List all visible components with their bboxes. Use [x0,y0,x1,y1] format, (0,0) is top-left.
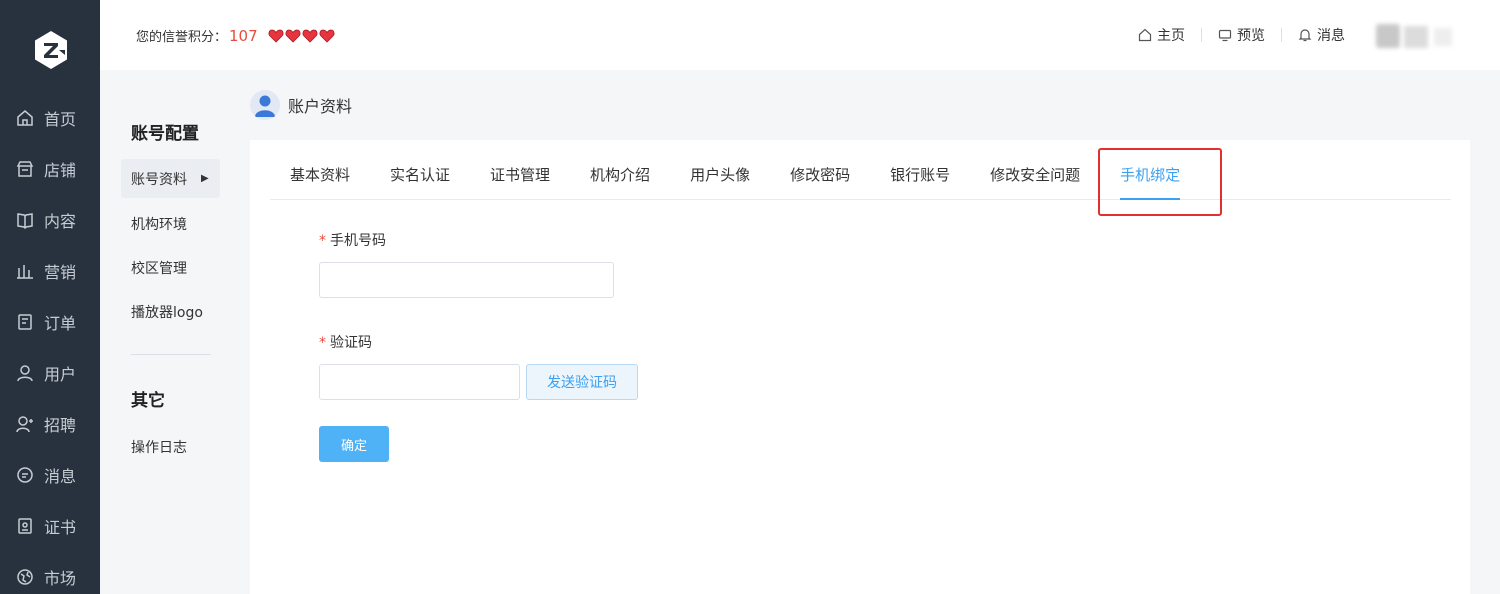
avatar-blur [1404,26,1428,48]
sidebar-item-label: 首页 [44,109,77,129]
sidebar-item-label: 消息 [44,466,77,486]
book-icon [17,212,33,229]
phone-label-text: 手机号码 [330,233,386,249]
sidebar-item-label: 店铺 [44,160,77,180]
sidebar-item-label: 内容 [44,211,77,231]
sidebar-item-market[interactable]: 市场 [0,551,100,594]
certificate-icon [18,517,32,534]
sidebar-item-label: 用户 [44,364,77,384]
sidebar-item-recruit[interactable]: 招聘 [0,398,100,449]
annotation-highlight-box [1098,148,1222,216]
tab-basic-info[interactable]: 基本资料 [290,140,350,200]
submenu-section-title: 其它 [131,391,165,411]
sidebar-item-label: 市场 [44,568,77,588]
user-add-icon [16,415,33,432]
monitor-icon [1218,29,1232,42]
sidebar-item-marketing[interactable]: 营销 [0,245,100,296]
logo-icon[interactable] [33,30,69,70]
globe-icon [17,568,33,585]
submenu-item-account-info[interactable]: 账号资料 ▶ [121,159,220,198]
tab-security-question[interactable]: 修改安全问题 [990,140,1080,200]
home-icon [1138,28,1152,42]
sidebar-item-home[interactable]: 首页 [0,92,100,143]
top-header: 您的信誉积分： 107 主页 预览 消息 [100,0,1500,70]
header-links: 主页 预览 消息 [1138,25,1345,45]
tab-certificates[interactable]: 证书管理 [490,140,550,200]
messages-link-label: 消息 [1317,28,1345,44]
submit-button[interactable]: 确定 [319,426,389,462]
submenu-item-label: 账号资料 [131,171,187,188]
chat-icon [17,466,33,483]
code-label-text: 验证码 [330,335,372,351]
avatar-blur [1376,24,1400,48]
heart-icon [319,29,335,43]
sidebar-item-orders[interactable]: 订单 [0,296,100,347]
bell-icon [1298,29,1312,42]
credit-score-value: 107 [229,26,258,45]
home-icon [17,109,33,126]
sidebar-item-label: 订单 [44,313,77,333]
submenu-item-operation-log[interactable]: 操作日志 [131,437,187,457]
header-divider [1281,28,1282,42]
heart-icon [285,29,301,43]
page-title-text: 账户资料 [288,97,353,116]
submenu-item-campus[interactable]: 校区管理 [131,258,187,278]
messages-link[interactable]: 消息 [1298,25,1345,45]
submenu-divider [131,354,211,355]
code-label: * 验证码 [319,332,372,352]
submenu-section-title: 账号配置 [131,124,199,144]
sidebar-item-certificates[interactable]: 证书 [0,500,100,551]
header-divider [1201,28,1202,42]
page-title: 账户资料 [250,90,352,120]
credit-score: 您的信誉积分： 107 [136,26,336,45]
account-avatar-icon [250,90,280,120]
home-link[interactable]: 主页 [1138,25,1185,45]
required-mark: * [319,233,326,249]
user-avatar[interactable] [1368,20,1466,54]
sidebar-item-label: 证书 [44,517,77,537]
content-card: 基本资料 实名认证 证书管理 机构介绍 用户头像 修改密码 银行账号 修改安全问… [250,140,1470,594]
document-icon [18,313,32,330]
heart-icon [268,29,284,43]
sidebar-item-messages[interactable]: 消息 [0,449,100,500]
avatar-blur [1434,28,1452,46]
main-sidebar: 首页 店铺 内容 营销 订单 用户 招聘 消息 证书 市场 [0,0,100,594]
verification-code-input[interactable] [319,364,520,400]
sidebar-item-store[interactable]: 店铺 [0,143,100,194]
phone-label: * 手机号码 [319,230,386,250]
heart-icon [302,29,318,43]
submenu-item-player-logo[interactable]: 播放器logo [131,302,203,322]
tab-bar: 基本资料 实名认证 证书管理 机构介绍 用户头像 修改密码 银行账号 修改安全问… [270,140,1451,200]
sidebar-item-content[interactable]: 内容 [0,194,100,245]
tab-real-name[interactable]: 实名认证 [390,140,450,200]
home-link-label: 主页 [1157,28,1185,44]
submenu-item-environment[interactable]: 机构环境 [131,214,187,234]
store-icon [16,160,34,177]
user-icon [17,364,33,381]
tab-password[interactable]: 修改密码 [790,140,850,200]
credit-hearts [268,29,336,43]
required-mark: * [319,335,326,351]
sidebar-item-label: 招聘 [44,415,77,435]
phone-input[interactable] [319,262,614,298]
preview-link-label: 预览 [1237,28,1265,44]
sidebar-item-users[interactable]: 用户 [0,347,100,398]
send-code-button[interactable]: 发送验证码 [526,364,638,400]
tab-bank-account[interactable]: 银行账号 [890,140,950,200]
caret-right-icon: ▶ [201,173,209,184]
preview-link[interactable]: 预览 [1218,25,1265,45]
bar-chart-icon [17,264,33,279]
sidebar-item-label: 营销 [44,262,77,282]
tab-avatar[interactable]: 用户头像 [690,140,750,200]
sidebar-nav: 首页 店铺 内容 营销 订单 用户 招聘 消息 证书 市场 [0,92,100,594]
credit-label: 您的信誉积分： [136,30,228,45]
tab-org-intro[interactable]: 机构介绍 [590,140,650,200]
